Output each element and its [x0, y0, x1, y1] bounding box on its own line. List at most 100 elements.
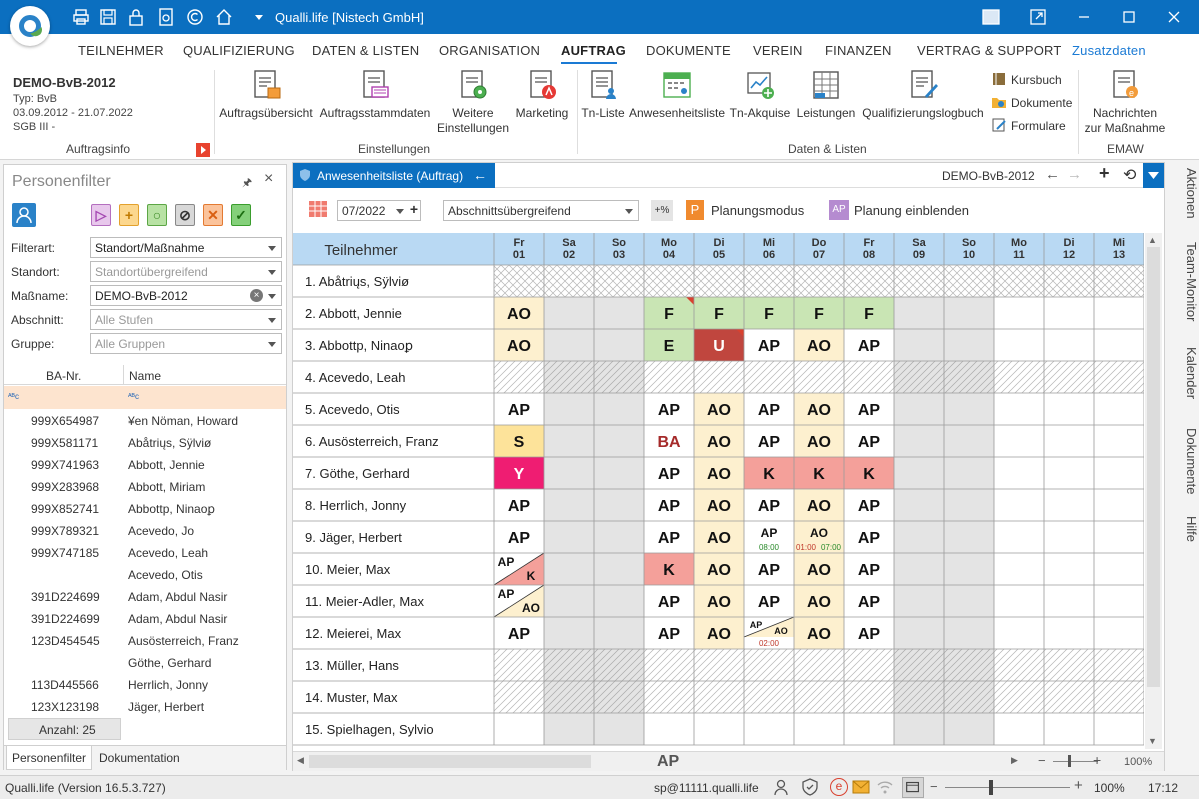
formulare-button[interactable]: Formulare	[991, 118, 1066, 133]
attendance-cell[interactable]	[594, 617, 644, 649]
attendance-cell[interactable]	[1094, 489, 1144, 521]
attendance-cell[interactable]	[994, 681, 1044, 713]
status-filter-cross-button[interactable]: ✕	[203, 204, 223, 226]
attendance-cell[interactable]	[994, 329, 1044, 361]
attendance-cell[interactable]	[894, 297, 944, 329]
attendance-cell[interactable]	[944, 425, 994, 457]
attendance-cell[interactable]	[944, 457, 994, 489]
attendance-cell[interactable]	[594, 585, 644, 617]
maximize-icon[interactable]	[1119, 7, 1139, 27]
attendance-cell[interactable]	[1094, 361, 1144, 393]
attendance-cell[interactable]	[1044, 265, 1094, 297]
attendance-cell[interactable]	[844, 265, 894, 297]
attendance-cell[interactable]	[994, 617, 1044, 649]
status-filter-check-button[interactable]: ✓	[231, 204, 251, 226]
copyright-icon[interactable]	[186, 8, 204, 26]
attendance-cell[interactable]	[544, 425, 594, 457]
layout-view-icon[interactable]	[902, 777, 924, 798]
attendance-cell[interactable]	[1044, 585, 1094, 617]
attendance-cell[interactable]	[594, 713, 644, 745]
menu-dropdown-icon[interactable]	[1143, 163, 1164, 188]
abschnitt-select[interactable]: Abschnittsübergreifend	[443, 200, 639, 221]
attendance-cell[interactable]	[894, 521, 944, 553]
standort-select[interactable]: Standortübergreifend	[90, 261, 282, 282]
weitere-einstellungen-button[interactable]: Weitere Einstellungen	[434, 68, 512, 136]
attendance-cell[interactable]	[694, 649, 744, 681]
person-filter-icon[interactable]	[12, 203, 36, 227]
attendance-cell[interactable]	[894, 425, 944, 457]
month-select[interactable]: 07/2022 +	[337, 200, 421, 221]
attendance-cell[interactable]	[994, 713, 1044, 745]
status-filter-play-button[interactable]: ▷	[91, 204, 111, 226]
tab-dokumente[interactable]: DOKUMENTE	[646, 43, 731, 58]
attendance-cell[interactable]	[994, 361, 1044, 393]
attendance-cell[interactable]	[594, 681, 644, 713]
tab-teilnehmer[interactable]: TEILNEHMER	[78, 43, 164, 58]
column-header-name[interactable]: Name	[129, 369, 161, 383]
status-filter-plus-button[interactable]: +	[119, 204, 139, 226]
attendance-cell[interactable]	[644, 713, 694, 745]
attendance-cell[interactable]	[894, 585, 944, 617]
attendance-cell[interactable]	[1044, 425, 1094, 457]
attendance-cell[interactable]	[944, 649, 994, 681]
attendance-cell[interactable]	[844, 649, 894, 681]
attendance-cell[interactable]	[494, 649, 544, 681]
document-tab[interactable]: Anwesenheitsliste (Auftrag) ←	[293, 163, 495, 188]
close-panel-icon[interactable]: ×	[264, 170, 273, 188]
lock-icon[interactable]	[127, 8, 145, 26]
leistungen-button[interactable]: Leistungen	[795, 68, 857, 121]
attendance-cell[interactable]	[1094, 457, 1144, 489]
attendance-cell[interactable]	[894, 489, 944, 521]
minimize-icon[interactable]	[1074, 7, 1094, 27]
attendance-cell[interactable]	[1044, 457, 1094, 489]
auftragsuebersicht-button[interactable]: Auftragsübersicht	[219, 68, 313, 121]
vertical-scroll-thumb[interactable]	[1147, 247, 1160, 687]
zoom-out-icon[interactable]: −	[1038, 753, 1046, 768]
attendance-cell[interactable]	[894, 553, 944, 585]
attendance-cell[interactable]	[944, 617, 994, 649]
attendance-cell[interactable]	[694, 713, 744, 745]
attendance-cell[interactable]	[1094, 585, 1144, 617]
print-icon[interactable]	[72, 8, 90, 26]
attendance-cell[interactable]	[944, 393, 994, 425]
attendance-cell[interactable]	[1044, 553, 1094, 585]
attendance-cell[interactable]	[1094, 393, 1144, 425]
attendance-cell[interactable]	[994, 489, 1044, 521]
clear-icon[interactable]: ×	[250, 289, 263, 302]
email-e-icon[interactable]: e	[830, 778, 848, 796]
attendance-cell[interactable]	[944, 489, 994, 521]
attendance-cell[interactable]	[944, 329, 994, 361]
attendance-cell[interactable]	[894, 393, 944, 425]
attendance-cell[interactable]	[794, 265, 844, 297]
attendance-cell[interactable]	[1094, 713, 1144, 745]
planung-einblenden-label[interactable]: Planung einblenden	[854, 203, 969, 218]
tab-verein[interactable]: VEREIN	[753, 43, 803, 58]
attendance-cell[interactable]	[544, 489, 594, 521]
tab-personenfilter[interactable]: Personenfilter	[6, 746, 93, 770]
attendance-cell[interactable]	[1044, 713, 1094, 745]
attendance-cell[interactable]	[994, 265, 1044, 297]
attendance-cell[interactable]	[844, 361, 894, 393]
mail-icon[interactable]	[852, 780, 870, 794]
attendance-cell[interactable]	[544, 457, 594, 489]
attendance-cell[interactable]	[894, 457, 944, 489]
attendance-cell[interactable]	[594, 425, 644, 457]
list-item[interactable]: 123X123198 Jäger, Herbert	[4, 695, 286, 717]
attendance-cell[interactable]	[1094, 297, 1144, 329]
tab-qualifizierung[interactable]: QUALIFIZIERUNG	[183, 43, 295, 58]
sidebar-tab-kalender[interactable]: Kalender	[1166, 347, 1199, 399]
attendance-cell[interactable]	[944, 713, 994, 745]
attendance-cell[interactable]	[794, 361, 844, 393]
attendance-cell[interactable]	[744, 681, 794, 713]
attendance-cell[interactable]	[994, 521, 1044, 553]
status-zoom-out-icon[interactable]: −	[930, 779, 938, 794]
attendance-cell[interactable]	[894, 329, 944, 361]
tab-organisation[interactable]: ORGANISATION	[439, 43, 540, 58]
anwesenheitsliste-button[interactable]: Anwesenheitsliste	[628, 68, 726, 121]
massnahme-select[interactable]: DEMO-BvB-2012 ×	[90, 285, 282, 306]
list-item[interactable]: 999X654987 ¥en Nöman, Howard	[4, 409, 286, 431]
list-item[interactable]: 999X581171 Abåtriųs, Sÿlviø	[4, 431, 286, 453]
attendance-cell[interactable]	[594, 457, 644, 489]
attendance-cell[interactable]	[644, 265, 694, 297]
auftragsstammdaten-button[interactable]: Auftragsstammdaten	[318, 68, 432, 121]
